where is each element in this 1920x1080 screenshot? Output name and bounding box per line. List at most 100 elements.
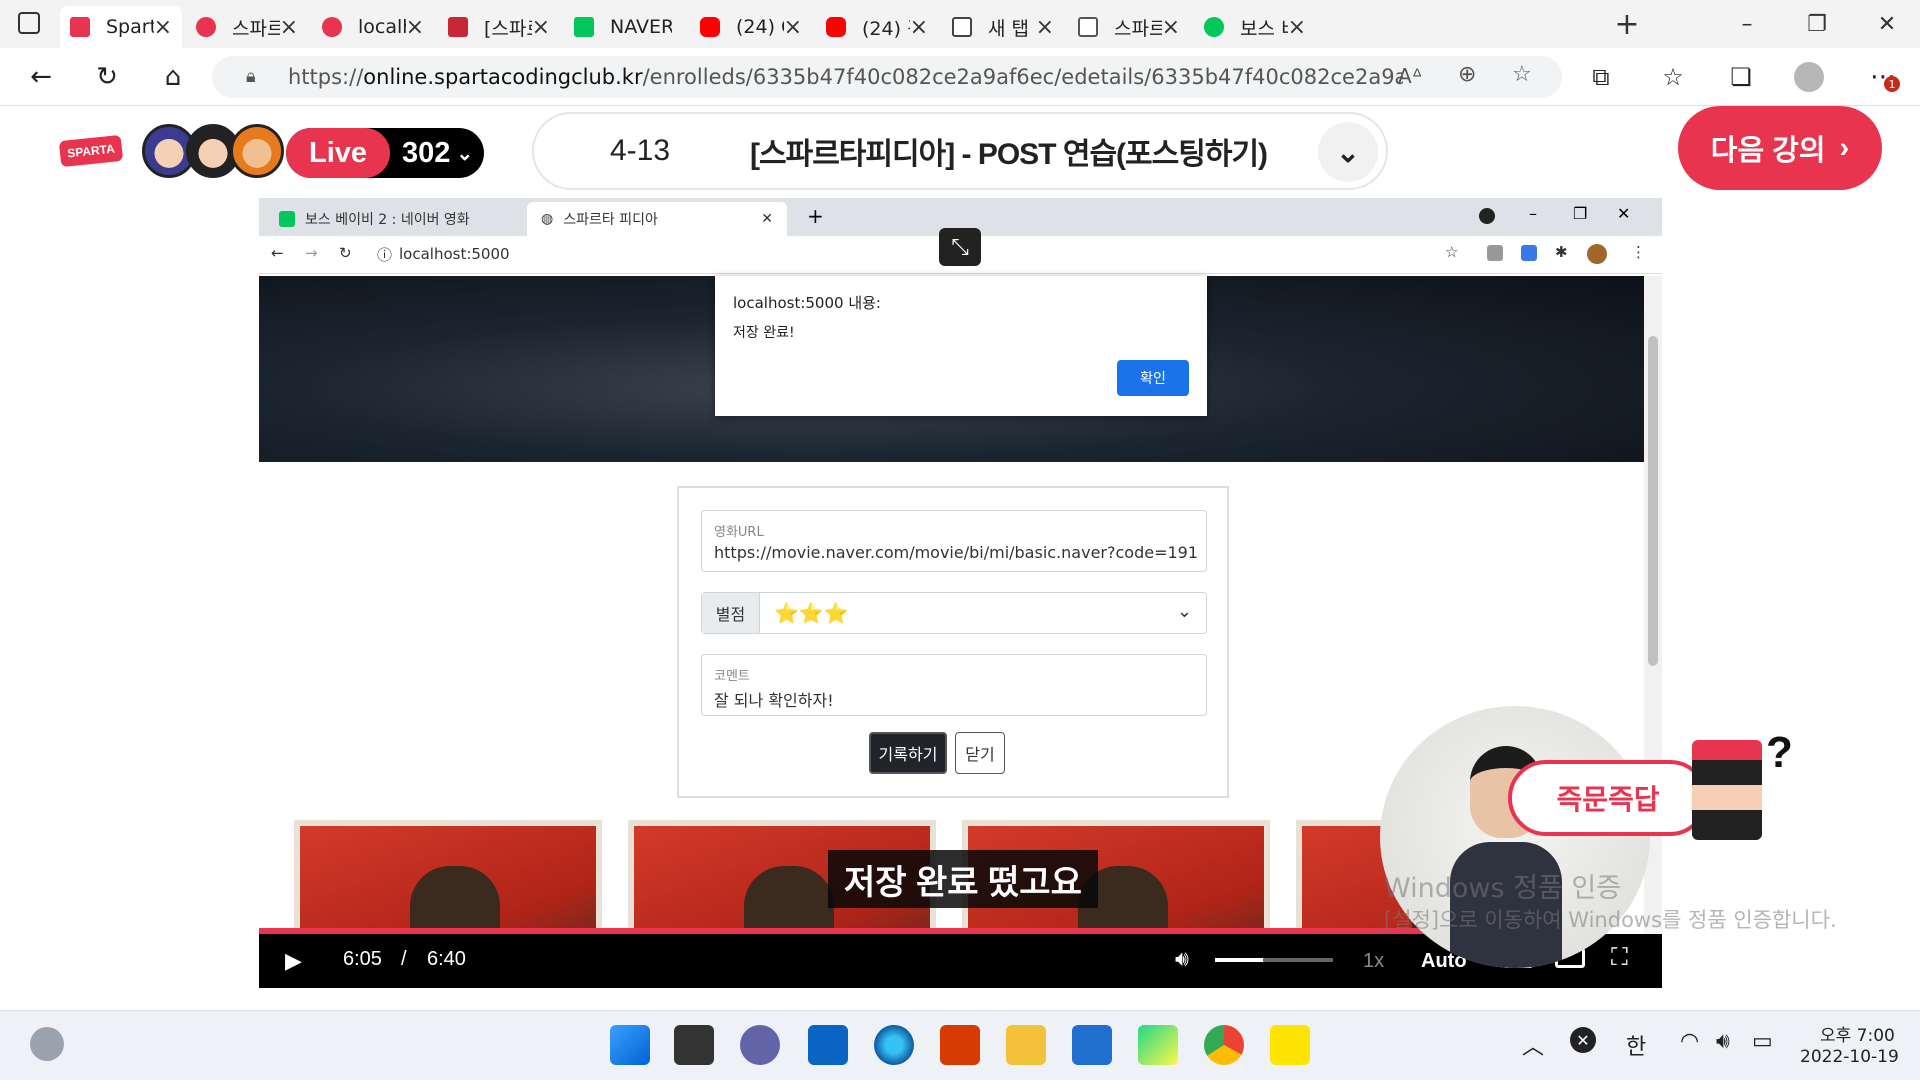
extensions-icon[interactable]: ⧉: [1582, 58, 1620, 96]
clock-date[interactable]: 2022-10-19: [1800, 1047, 1899, 1067]
tab-label: localh: [358, 16, 406, 38]
window-close-icon[interactable]: ✕: [1864, 6, 1910, 42]
close-icon[interactable]: ×: [280, 15, 298, 40]
tab-naver[interactable]: NAVER: [564, 6, 686, 48]
tab-label: (24) 김: [862, 17, 910, 40]
chrome-icon[interactable]: [1204, 1025, 1244, 1065]
new-tab-plus-icon[interactable]: +: [1604, 6, 1650, 42]
window-close-icon: ✕: [1617, 204, 1631, 223]
back-arrow-icon[interactable]: ←: [22, 58, 60, 96]
tab-localhost[interactable]: localh ×: [312, 6, 434, 48]
sparta-favicon-icon: [70, 17, 90, 37]
close-icon[interactable]: ×: [1288, 15, 1306, 40]
windows-activation-hint: [설정]으로 이동하여 Windows를 정품 인증합니다.: [1384, 908, 1837, 932]
fullscreen-icon[interactable]: ⛶: [1611, 944, 1628, 972]
tab-sparta[interactable]: Sparta ×: [60, 6, 182, 48]
close-icon[interactable]: ×: [154, 15, 172, 40]
file-explorer-icon[interactable]: [1006, 1025, 1046, 1065]
volume-icon[interactable]: 🔊︎: [1716, 1029, 1730, 1054]
collections-icon[interactable]: ❏: [1722, 58, 1760, 96]
extension-icon: [1487, 245, 1503, 261]
mail-icon[interactable]: [808, 1025, 848, 1065]
favorite-add-icon[interactable]: ☆: [1512, 62, 1532, 87]
field-label: 별점: [702, 593, 760, 633]
sparta-logo[interactable]: SPARTA: [58, 134, 124, 168]
live-viewer-avatars: [142, 124, 284, 178]
volume-icon[interactable]: 🔊︎: [1175, 946, 1189, 972]
tab-sparta-doc[interactable]: 스파르 ×: [1068, 6, 1190, 48]
weather-icon[interactable]: [30, 1027, 64, 1061]
url-domain: online.spartacodingclub.kr: [363, 65, 643, 89]
playback-speed[interactable]: 1x: [1363, 950, 1384, 973]
refresh-icon[interactable]: ↻: [88, 58, 126, 96]
volume-slider[interactable]: [1215, 958, 1333, 962]
lesson-selector[interactable]: 4-13 [스파르타피디아] - POST 연습(포스팅하기) ⌄: [532, 112, 1388, 190]
close-icon[interactable]: ×: [1162, 15, 1180, 40]
field-label: 코멘트: [714, 669, 750, 684]
alert-title: localhost:5000 내용:: [733, 294, 881, 312]
task-view-icon[interactable]: [674, 1025, 714, 1065]
live-counter[interactable]: Live 302 ⌄: [286, 128, 484, 178]
chevron-up-icon[interactable]: ︿: [1522, 1029, 1544, 1061]
tab-youtube-1[interactable]: (24) CE ×: [690, 6, 812, 48]
pycharm-icon[interactable]: [1138, 1025, 1178, 1065]
profile-avatar[interactable]: [1794, 62, 1824, 92]
alert-ok-button: 확인: [1117, 360, 1189, 396]
time-current: 6:05: [343, 948, 382, 970]
close-icon[interactable]: ×: [784, 15, 802, 40]
field-value: 잘 되나 확인하자!: [714, 691, 834, 710]
minimize-icon[interactable]: –: [1724, 6, 1770, 42]
tab-actions-icon[interactable]: [18, 12, 40, 34]
close-icon[interactable]: ×: [910, 15, 928, 40]
battery-icon[interactable]: ▭: [1752, 1029, 1773, 1054]
mascot-character: [1692, 740, 1762, 840]
field-label: 영화URL: [714, 525, 764, 540]
restore-icon: ❐: [1573, 204, 1588, 223]
alert-dialog: localhost:5000 내용: 저장 완료! 확인: [715, 276, 1207, 416]
tab-sparta-notion[interactable]: [스파르 ×: [438, 6, 560, 48]
qa-button[interactable]: 즉문즉답: [1508, 760, 1708, 836]
favorites-icon[interactable]: ☆: [1654, 58, 1692, 96]
naver-movie-favicon-icon: [1204, 17, 1224, 37]
next-lesson-label: 다음 강의: [1710, 135, 1826, 167]
store-icon[interactable]: [1072, 1025, 1112, 1065]
close-icon[interactable]: ×: [532, 15, 550, 40]
kakaotalk-icon[interactable]: [1270, 1025, 1310, 1065]
youtube-favicon-icon: [700, 17, 720, 37]
chevron-down-icon[interactable]: ⌄: [1318, 122, 1378, 182]
tab-label: 보스 베이비 2 : 네이버 영화: [305, 212, 470, 228]
close-icon[interactable]: ×: [1036, 15, 1054, 40]
heart-favicon-icon: [196, 17, 216, 37]
close-icon[interactable]: ×: [406, 15, 424, 40]
restore-icon[interactable]: ❐: [1794, 6, 1840, 42]
exit-fullscreen-icon[interactable]: ⤡: [939, 228, 981, 266]
lesson-number: 4-13: [610, 134, 671, 167]
avatar: [230, 124, 284, 178]
tab-youtube-2[interactable]: (24) 김 ×: [816, 6, 938, 48]
tab-new-tab[interactable]: 새 탭 ×: [942, 6, 1064, 48]
tab-label: NAVER: [610, 16, 672, 38]
read-aloud-icon[interactable]: A͏ᐞ: [1398, 64, 1423, 88]
time-total: 6:40: [427, 948, 466, 970]
app-tray-icon[interactable]: ✕: [1570, 1027, 1596, 1053]
ime-indicator[interactable]: 한: [1626, 1029, 1646, 1061]
edge-icon[interactable]: [874, 1025, 914, 1065]
url-path: /enrolleds/6335b47f40c082ce2a9af6ec/edet…: [642, 65, 1403, 89]
clock-time[interactable]: 오후 7:00: [1820, 1021, 1895, 1046]
next-lesson-button[interactable]: 다음 강의 ›: [1678, 106, 1882, 190]
home-icon[interactable]: ⌂: [154, 58, 192, 96]
question-mark-icon: ?: [1766, 728, 1793, 777]
play-icon[interactable]: ▶: [285, 948, 302, 974]
url-field[interactable]: 🔒︎ https:// online.spartacodingclub.kr /…: [212, 56, 1562, 98]
windows-activation-watermark: Windows 정품 인증: [1384, 873, 1622, 904]
zoom-icon[interactable]: ⊕: [1458, 62, 1476, 87]
avatar: [1587, 244, 1607, 264]
start-icon[interactable]: [610, 1025, 650, 1065]
tab-sparta-2[interactable]: 스파르 ×: [186, 6, 308, 48]
office-icon[interactable]: [940, 1025, 980, 1065]
puzzle-icon: ✱: [1555, 243, 1568, 261]
teams-chat-icon[interactable]: [740, 1025, 780, 1065]
movie-url-field: 영화URL https://movie.naver.com/movie/bi/m…: [701, 510, 1207, 572]
tab-boss-baby[interactable]: 보스 비 ×: [1194, 6, 1316, 48]
wifi-icon[interactable]: ◠: [1680, 1029, 1699, 1054]
